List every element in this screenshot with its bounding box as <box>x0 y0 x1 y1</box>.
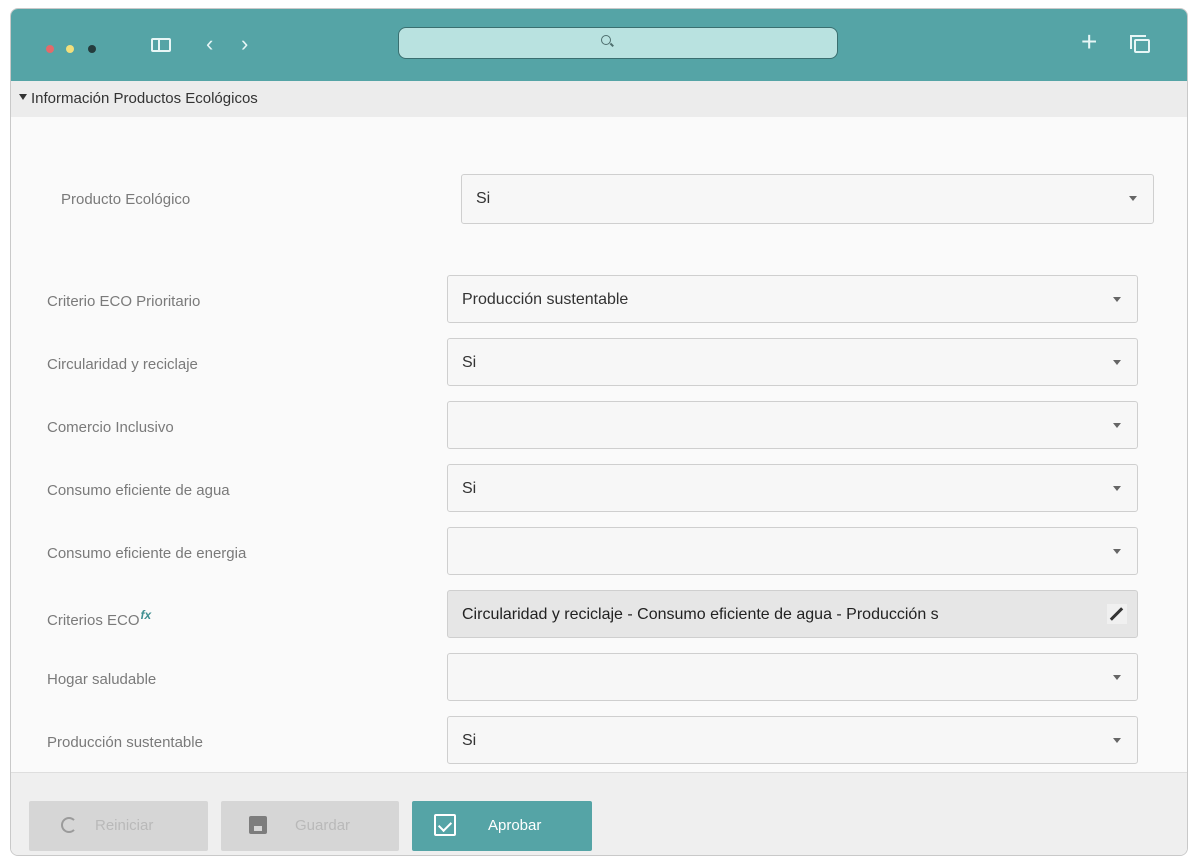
forward-button[interactable]: › <box>241 33 248 55</box>
field-label-circularidad: Circularidad y reciclaje <box>47 356 198 373</box>
save-icon <box>249 816 267 834</box>
field-label-criterio-eco-prioritario: Criterio ECO Prioritario <box>47 293 201 310</box>
criterio-eco-prioritario-select[interactable]: Producción sustentable <box>447 275 1138 323</box>
close-window-button[interactable] <box>46 45 54 53</box>
reload-button[interactable]: Reiniciar <box>29 801 208 851</box>
edit-pencil-icon[interactable] <box>1107 604 1127 624</box>
reload-icon <box>61 817 77 833</box>
hogar-saludable-select[interactable] <box>447 653 1138 701</box>
producto-ecologico-value: Si <box>476 190 491 207</box>
minimize-window-button[interactable] <box>66 45 74 53</box>
criterios-eco-value: Circularidad y reciclaje - Consumo efici… <box>462 606 939 623</box>
producto-ecologico-select[interactable]: Si <box>461 174 1154 224</box>
circularidad-reciclaje-value: Si <box>462 354 477 371</box>
chevron-down-icon <box>1113 738 1121 743</box>
chevron-down-icon <box>1113 675 1121 680</box>
chevron-down-icon <box>1113 549 1121 554</box>
consumo-eficiente-agua-value: Si <box>462 480 477 497</box>
field-label-criterios-eco: Criterios ECOfx <box>47 608 151 629</box>
consumo-eficiente-energia-select[interactable] <box>447 527 1138 575</box>
criterios-eco-label-text: Criterios ECO <box>47 612 140 629</box>
sidebar-toggle-icon[interactable] <box>151 38 171 52</box>
produccion-sustentable-value: Si <box>462 732 477 749</box>
save-button[interactable]: Guardar <box>221 801 399 851</box>
section-title: Información Productos Ecológicos <box>31 90 258 107</box>
address-bar[interactable] <box>398 27 838 59</box>
reload-button-label: Reiniciar <box>95 817 154 834</box>
zoom-window-button[interactable] <box>88 45 96 53</box>
collapse-caret-icon[interactable] <box>19 94 27 100</box>
chevron-down-icon <box>1113 486 1121 491</box>
circularidad-reciclaje-select[interactable]: Si <box>447 338 1138 386</box>
tabs-overview-icon[interactable] <box>1130 35 1150 53</box>
formula-icon: fx <box>140 608 152 622</box>
approve-icon <box>434 814 456 836</box>
field-label-producto-ecologico: Producto Ecológico <box>61 191 191 208</box>
field-label-consumo-energia: Consumo eficiente de energia <box>47 545 247 562</box>
produccion-sustentable-select[interactable]: Si <box>447 716 1138 764</box>
field-label-comercio-inclusivo: Comercio Inclusivo <box>47 419 174 436</box>
comercio-inclusivo-select[interactable] <box>447 401 1138 449</box>
browser-titlebar: ‹ › + <box>11 9 1187 81</box>
chevron-down-icon <box>1113 360 1121 365</box>
field-label-hogar-saludable: Hogar saludable <box>47 671 157 688</box>
criterio-eco-prioritario-value: Producción sustentable <box>462 291 629 308</box>
save-button-label: Guardar <box>295 817 351 834</box>
chevron-down-icon <box>1113 423 1121 428</box>
field-label-consumo-agua: Consumo eficiente de agua <box>47 482 230 499</box>
back-button[interactable]: ‹ <box>206 33 213 55</box>
section-header[interactable]: Información Productos Ecológicos <box>11 81 1187 117</box>
new-tab-button[interactable]: + <box>1081 28 1097 56</box>
chevron-down-icon <box>1129 196 1137 201</box>
browser-window: ‹ › + Información Productos Ecológicos P… <box>10 8 1188 856</box>
consumo-eficiente-agua-select[interactable]: Si <box>447 464 1138 512</box>
approve-button-label: Aprobar <box>488 817 542 834</box>
criterios-eco-field[interactable]: Circularidad y reciclaje - Consumo efici… <box>447 590 1138 638</box>
form-footer: Reiniciar Guardar Aprobar <box>11 772 1187 855</box>
eco-products-form: Producto Ecológico Si Criterio ECO Prior… <box>11 117 1187 772</box>
approve-button[interactable]: Aprobar <box>412 801 592 851</box>
search-icon <box>601 35 611 45</box>
field-label-produccion-sustentable: Producción sustentable <box>47 734 203 751</box>
chevron-down-icon <box>1113 297 1121 302</box>
